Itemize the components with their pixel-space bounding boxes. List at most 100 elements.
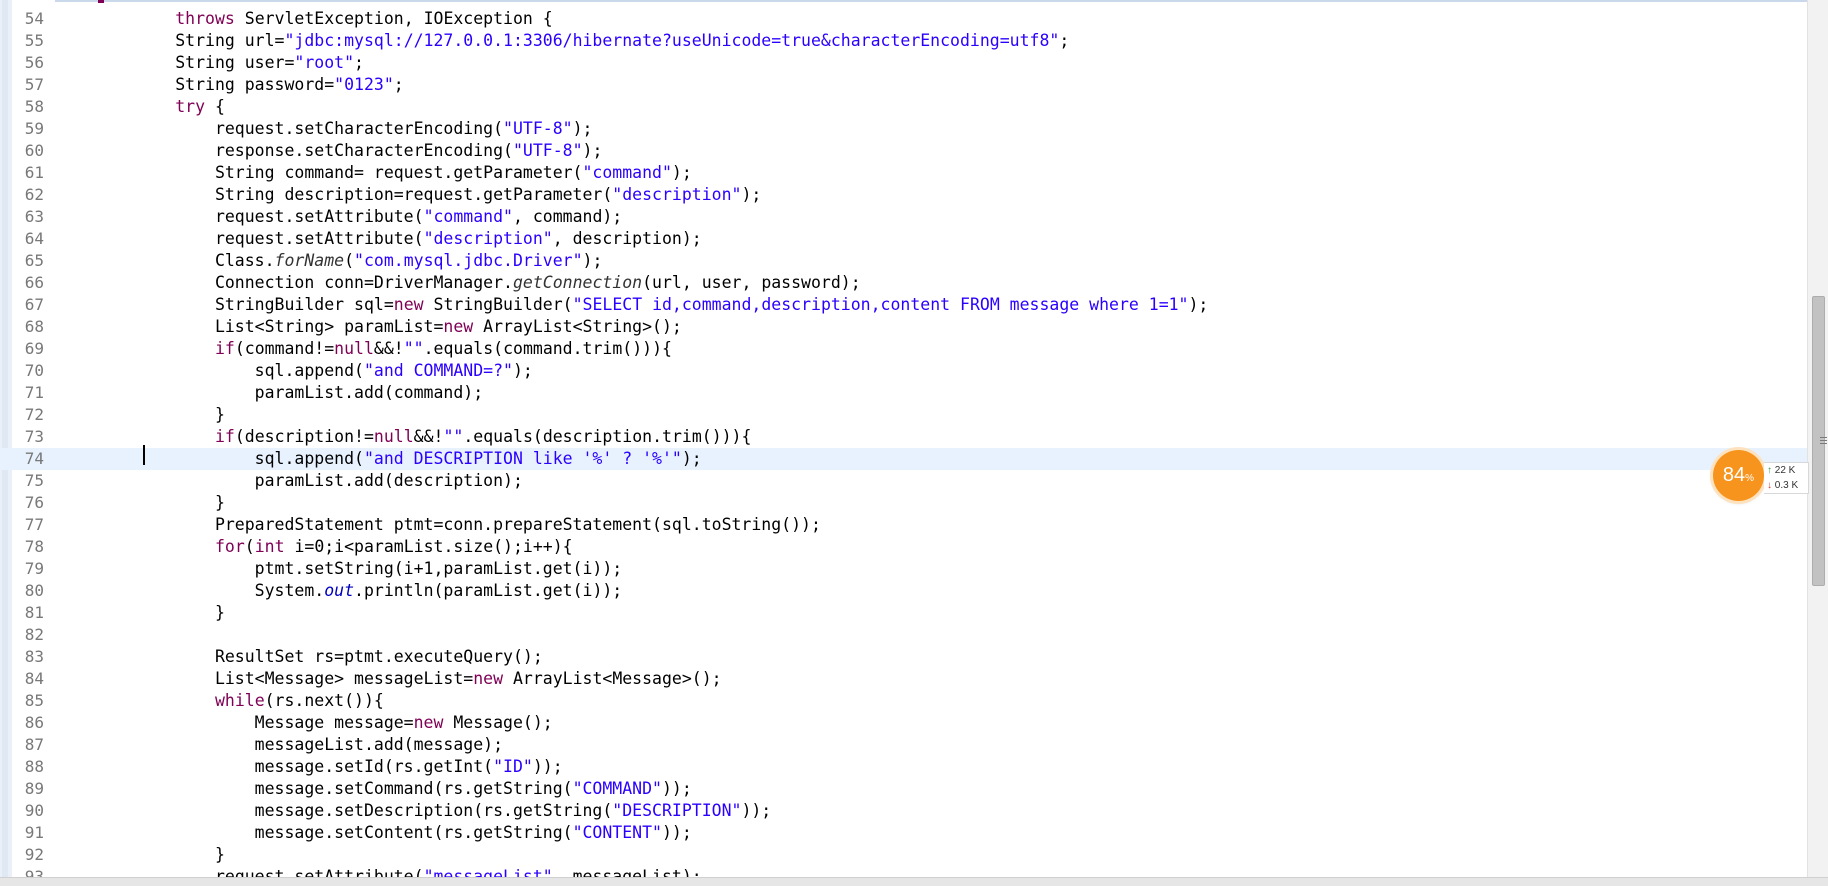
line-number: 76 — [24, 493, 44, 512]
code-text[interactable]: while(rs.next()){ — [56, 690, 384, 712]
code-line[interactable]: 60 response.setCharacterEncoding("UTF-8"… — [0, 140, 1808, 162]
code-text[interactable]: request.setAttribute("command", command)… — [56, 206, 622, 228]
line-number: 62 — [24, 185, 44, 204]
code-line[interactable]: 91 message.setContent(rs.getString("CONT… — [0, 822, 1808, 844]
code-line[interactable]: 87 messageList.add(message); — [0, 734, 1808, 756]
code-line[interactable]: 59 request.setCharacterEncoding("UTF-8")… — [0, 118, 1808, 140]
code-text[interactable]: List<String> paramList=new ArrayList<Str… — [56, 316, 682, 338]
code-text[interactable]: } — [56, 602, 225, 624]
code-text[interactable]: } — [56, 844, 225, 866]
code-line[interactable]: 89 message.setCommand(rs.getString("COMM… — [0, 778, 1808, 800]
code-text[interactable]: messageList.add(message); — [56, 734, 503, 756]
code-line[interactable]: 82 — [0, 624, 1808, 646]
code-line[interactable]: 83 ResultSet rs=ptmt.executeQuery(); — [0, 646, 1808, 668]
code-editor[interactable]: 54 throws ServletException, IOException … — [0, 0, 1808, 878]
string-literal-token: "and COMMAND=?" — [363, 361, 513, 380]
code-line[interactable]: 64 request.setAttribute("description", d… — [0, 228, 1808, 250]
code-line[interactable]: 71 paramList.add(command); — [0, 382, 1808, 404]
code-text[interactable]: Class.forName("com.mysql.jdbc.Driver"); — [56, 250, 602, 272]
method-token: forName — [274, 251, 345, 270]
code-text[interactable]: sql.append("and DESCRIPTION like '%' ? '… — [56, 448, 702, 470]
code-text[interactable]: ResultSet rs=ptmt.executeQuery(); — [56, 646, 543, 668]
code-line[interactable]: 65 Class.forName("com.mysql.jdbc.Driver"… — [0, 250, 1808, 272]
code-line[interactable]: 77 PreparedStatement ptmt=conn.prepareSt… — [0, 514, 1808, 536]
code-text[interactable]: } — [56, 404, 225, 426]
code-text[interactable]: StringBuilder sql=new StringBuilder("SEL… — [56, 294, 1208, 316]
code-line[interactable]: 66 Connection conn=DriverManager.getConn… — [0, 272, 1808, 294]
code-text[interactable]: paramList.add(description); — [56, 470, 523, 492]
code-line[interactable]: 70 sql.append("and COMMAND=?"); — [0, 360, 1808, 382]
network-speed-panel: ↑ 22 K ↓ 0.3 K — [1764, 462, 1809, 494]
code-text[interactable]: if(description!=null&&!"".equals(descrip… — [56, 426, 751, 448]
line-number: 70 — [24, 361, 44, 380]
percent-sign: % — [1745, 473, 1755, 484]
code-line[interactable]: 63 request.setAttribute("command", comma… — [0, 206, 1808, 228]
code-line[interactable]: 90 message.setDescription(rs.getString("… — [0, 800, 1808, 822]
code-text[interactable]: response.setCharacterEncoding("UTF-8"); — [56, 140, 602, 162]
code-text[interactable]: PreparedStatement ptmt=conn.prepareState… — [56, 514, 821, 536]
vertical-scrollbar[interactable] — [1807, 0, 1828, 878]
code-text[interactable]: request.setCharacterEncoding("UTF-8"); — [56, 118, 593, 140]
code-text[interactable]: String description=request.getParameter(… — [56, 184, 761, 206]
code-text[interactable]: if(command!=null&&!"".equals(command.tri… — [56, 338, 672, 360]
code-text[interactable]: Connection conn=DriverManager.getConnect… — [56, 272, 861, 294]
code-line[interactable]: 54 throws ServletException, IOException … — [0, 8, 1808, 30]
line-number: 73 — [24, 427, 44, 446]
keyword-token: new — [413, 713, 444, 732]
line-number: 85 — [24, 691, 44, 710]
code-line[interactable]: 67 StringBuilder sql=new StringBuilder("… — [0, 294, 1808, 316]
code-line[interactable]: 73 if(description!=null&&!"".equals(desc… — [0, 426, 1808, 448]
code-text[interactable]: String command= request.getParameter("co… — [56, 162, 692, 184]
code-text[interactable]: message.setContent(rs.getString("CONTENT… — [56, 822, 692, 844]
code-text[interactable]: for(int i=0;i<paramList.size();i++){ — [56, 536, 573, 558]
code-text[interactable]: String user="root"; — [56, 52, 364, 74]
code-line[interactable]: 88 message.setId(rs.getInt("ID")); — [0, 756, 1808, 778]
memory-usage-widget[interactable]: 84% — [1713, 450, 1764, 501]
string-literal-token: "UTF-8" — [512, 141, 583, 160]
code-line[interactable]: 55 String url="jdbc:mysql://127.0.0.1:33… — [0, 30, 1808, 52]
code-line[interactable]: 76 } — [0, 492, 1808, 514]
code-line[interactable]: 92 } — [0, 844, 1808, 866]
code-line[interactable]: 78 for(int i=0;i<paramList.size();i++){ — [0, 536, 1808, 558]
line-number: 74 — [24, 449, 44, 468]
code-text[interactable]: List<Message> messageList=new ArrayList<… — [56, 668, 722, 690]
code-text[interactable]: sql.append("and COMMAND=?"); — [56, 360, 533, 382]
code-line[interactable]: 56 String user="root"; — [0, 52, 1808, 74]
code-line[interactable]: 75 paramList.add(description); — [0, 470, 1808, 492]
code-line[interactable]: 62 String description=request.getParamet… — [0, 184, 1808, 206]
code-text[interactable]: System.out.println(paramList.get(i)); — [56, 580, 623, 602]
code-line[interactable]: 74 sql.append("and DESCRIPTION like '%' … — [0, 448, 1808, 470]
code-line[interactable]: 80 System.out.println(paramList.get(i)); — [0, 580, 1808, 602]
code-line[interactable]: 68 List<String> paramList=new ArrayList<… — [0, 316, 1808, 338]
code-line[interactable]: 69 if(command!=null&&!"".equals(command.… — [0, 338, 1808, 360]
line-number: 92 — [24, 845, 44, 864]
code-text[interactable]: } — [56, 492, 225, 514]
code-line[interactable]: 85 while(rs.next()){ — [0, 690, 1808, 712]
code-text[interactable]: message.setId(rs.getInt("ID")); — [56, 756, 563, 778]
code-line[interactable]: 81 } — [0, 602, 1808, 624]
download-arrow-icon: ↓ — [1767, 480, 1772, 491]
code-line[interactable]: 84 List<Message> messageList=new ArrayLi… — [0, 668, 1808, 690]
code-line[interactable]: 72 } — [0, 404, 1808, 426]
line-number: 91 — [24, 823, 44, 842]
code-text[interactable]: String password="0123"; — [56, 74, 404, 96]
code-text[interactable]: String url="jdbc:mysql://127.0.0.1:3306/… — [56, 30, 1069, 52]
upload-speed: 22 K — [1774, 465, 1796, 476]
code-line[interactable]: 86 Message message=new Message(); — [0, 712, 1808, 734]
code-text[interactable]: Message message=new Message(); — [56, 712, 553, 734]
code-line[interactable]: 61 String command= request.getParameter(… — [0, 162, 1808, 184]
code-text[interactable]: message.setCommand(rs.getString("COMMAND… — [56, 778, 692, 800]
line-number: 64 — [24, 229, 44, 248]
code-text[interactable]: throws ServletException, IOException { — [56, 8, 553, 30]
code-text[interactable]: try { — [56, 96, 225, 118]
horizontal-scrollbar[interactable] — [0, 877, 1828, 886]
code-text[interactable]: request.setAttribute("description", desc… — [56, 228, 702, 250]
code-text[interactable]: message.setDescription(rs.getString("DES… — [56, 800, 772, 822]
code-text[interactable]: ptmt.setString(i+1,paramList.get(i)); — [56, 558, 623, 580]
scrollbar-thumb[interactable] — [1812, 296, 1827, 586]
code-text[interactable]: paramList.add(command); — [56, 382, 483, 404]
code-line[interactable]: 79 ptmt.setString(i+1,paramList.get(i)); — [0, 558, 1808, 580]
line-number: 56 — [24, 53, 44, 72]
code-line[interactable]: 58 try { — [0, 96, 1808, 118]
code-line[interactable]: 57 String password="0123"; — [0, 74, 1808, 96]
